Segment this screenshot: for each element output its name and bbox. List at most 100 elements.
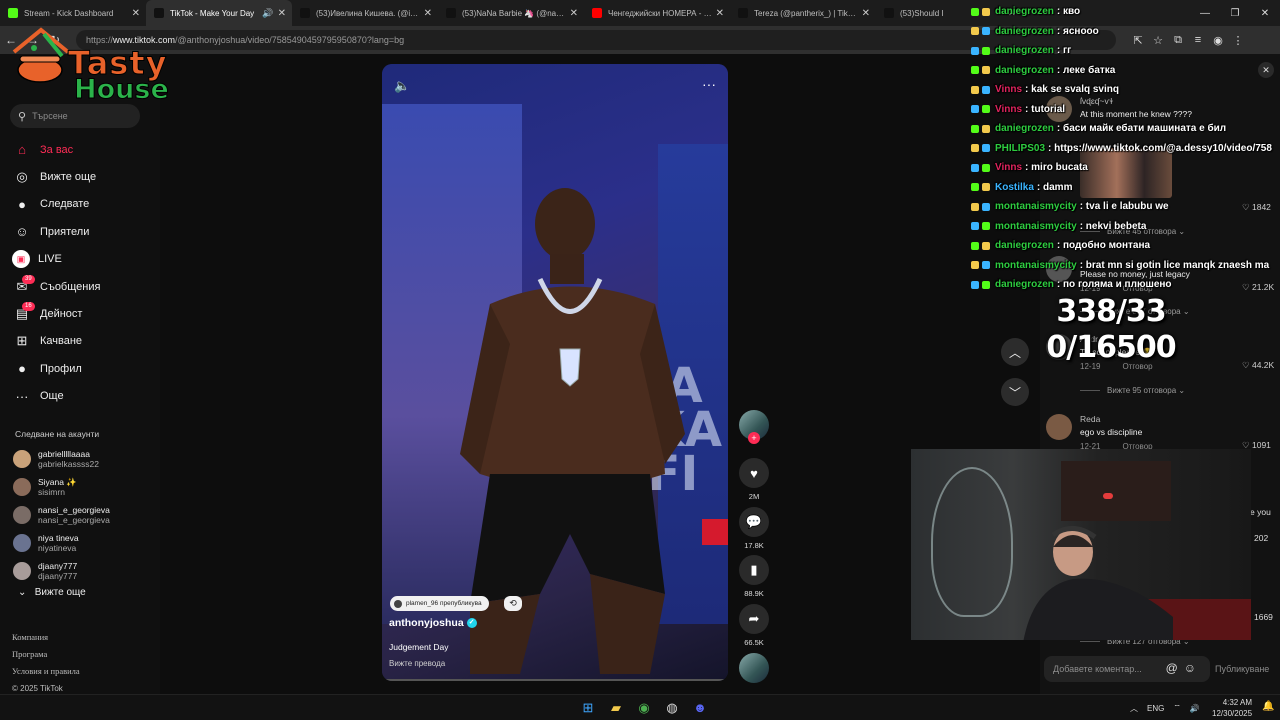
tab-close-icon[interactable]: ✕	[424, 8, 432, 19]
home-icon: ⌂	[18, 142, 26, 158]
sidebar-item[interactable]: ⌂ За вас	[12, 136, 152, 163]
footer-link[interactable]: Компания	[12, 629, 80, 646]
wifi-icon[interactable]: ⌔	[1173, 703, 1181, 713]
account-names: gabrielllllaaaa gabrielkassss22	[38, 449, 99, 469]
tab-favicon-icon	[300, 8, 310, 18]
chat-badge-icon	[982, 183, 990, 192]
sidebar-item[interactable]: ● Следвате	[12, 191, 152, 218]
windows-taskbar: ⊞ ▰ ◉ ◍ ☻ ︿ ENG ⌔ 🔊 4:32 AM 12/30/2025 🔔	[0, 694, 1280, 720]
search-input[interactable]: ⚲ Търсене	[10, 104, 140, 128]
tab-title: Tereza (@pantherix_) | TikTok	[754, 8, 858, 18]
tab-title: Stream - Kick Dashboard	[24, 8, 114, 18]
compass-icon: ◎	[16, 169, 28, 185]
sidebar-item[interactable]: ● Профил	[12, 355, 152, 382]
like-button[interactable]: ♥ 2M	[737, 458, 771, 501]
share-button[interactable]: ➦ 66.5K	[737, 604, 771, 647]
language-indicator[interactable]: ENG	[1147, 704, 1164, 713]
tab-close-icon[interactable]: ✕	[278, 8, 286, 19]
sidebar-item-label: LIVE	[38, 253, 62, 266]
comment-like-button[interactable]: ♡ 44.2K	[1242, 360, 1274, 371]
following-account[interactable]: niya tineva niyatineva	[13, 529, 158, 557]
sidebar-item[interactable]: ☺ Приятели	[12, 218, 152, 245]
sidebar-item-label: За вас	[40, 143, 74, 156]
comment-input[interactable]: Добавете коментар... @☺	[1044, 656, 1210, 682]
tab-close-icon[interactable]: ✕	[862, 8, 870, 19]
video-player[interactable]: JA KA FI 🔈 ··· plamen_96 препубликува ⟲ an…	[382, 64, 728, 681]
sidebar-item[interactable]: ··· Още	[12, 383, 152, 410]
footer-link[interactable]: Условия и правила	[12, 663, 80, 680]
next-video-button[interactable]: ﹀	[1001, 378, 1029, 406]
see-more-button[interactable]: ⌄ Вижте още	[18, 587, 86, 598]
save-button[interactable]: ▮ 88.9K	[737, 555, 771, 598]
obs-icon[interactable]: ◍	[658, 698, 686, 718]
screen: Stream - Kick Dashboard ✕ TikTok - Make Yo…	[0, 0, 1280, 720]
see-translation-link[interactable]: Вижте превода	[389, 659, 445, 668]
following-account[interactable]: gabrielllllaaaa gabrielkassss22	[13, 445, 158, 473]
chat-message: daniegrozen: леке батка	[971, 61, 1280, 81]
tab-close-icon[interactable]: ✕	[716, 8, 724, 19]
file-explorer-icon[interactable]: ▰	[602, 698, 630, 718]
sidebar-item[interactable]: ⊞ Качване	[12, 328, 152, 355]
chat-badge-icon	[971, 241, 979, 250]
chat-username: Vinns	[995, 84, 1023, 96]
commenter-name[interactable]: Reda	[1080, 414, 1100, 424]
tab-close-icon[interactable]: ✕	[132, 8, 140, 19]
tray-overflow-icon[interactable]: ︿	[1130, 703, 1138, 714]
previous-video-button[interactable]: ︿	[1001, 338, 1029, 366]
chat-badge-icon	[971, 124, 979, 133]
post-comment-button[interactable]: Публикуване	[1215, 664, 1269, 674]
repost-badge[interactable]: plamen_96 препубликува	[390, 596, 489, 611]
video-author[interactable]: anthonyjoshua ✓	[389, 617, 477, 629]
sound-disc-button[interactable]	[737, 653, 771, 683]
share-count: 66.5K	[744, 638, 764, 647]
tab-close-icon[interactable]: ✕	[570, 8, 578, 19]
bookmark-icon: ▮	[739, 555, 769, 585]
following-account[interactable]: djaany777 djaany777	[13, 557, 158, 585]
discord-icon[interactable]: ☻	[686, 698, 714, 718]
author-avatar-button[interactable]: +	[737, 410, 771, 444]
volume-tray-icon[interactable]: 🔊	[1190, 704, 1200, 713]
account-display-name: djaany777	[38, 561, 78, 571]
chat-text: : miro bucata	[1025, 162, 1088, 174]
chat-badge-icon	[982, 202, 990, 211]
commenter-avatar[interactable]	[1046, 414, 1072, 440]
notification-bell-icon[interactable]: 🔔	[1262, 701, 1274, 712]
follow-plus-icon[interactable]: +	[748, 432, 760, 444]
browser-tab[interactable]: Tereza (@pantherix_) | TikTok ✕	[730, 0, 876, 26]
chat-badge-icon	[982, 7, 990, 16]
chat-badge-icon	[982, 124, 990, 133]
repost-avatar	[394, 599, 402, 608]
following-account[interactable]: nansi_e_georgieva nansi_e_georgieva	[13, 501, 158, 529]
repost-icon[interactable]: ⟲	[504, 596, 522, 611]
chrome-icon[interactable]: ◉	[630, 698, 658, 718]
video-progress-bar[interactable]	[382, 679, 728, 681]
chat-username: daniegrozen	[995, 279, 1054, 291]
shelf	[1061, 461, 1171, 521]
account-display-name: gabrielllllaaaa	[38, 449, 90, 459]
mention-emoji-icons[interactable]: @☺	[1166, 661, 1202, 675]
footer-link[interactable]: Програма	[12, 646, 80, 663]
chat-message: montanaismycity: nekvi bebeta	[971, 217, 1280, 237]
following-account[interactable]: Siyana ✨ sisimrn	[13, 473, 158, 501]
video-more-icon[interactable]: ···	[702, 76, 716, 92]
system-clock[interactable]: 4:32 AM 12/30/2025	[1212, 697, 1252, 719]
sidebar-item[interactable]: ▣ LIVE	[12, 246, 152, 273]
chat-message: Vinns: miro bucata	[971, 158, 1280, 178]
view-replies-button[interactable]: Вижте 95 отговора ⌄	[1080, 386, 1185, 395]
tab-favicon-icon	[592, 8, 602, 18]
browser-tab[interactable]: (53)NaNa Barbie 🦄 (@nanaba ✕	[438, 0, 584, 26]
sidebar-item[interactable]: ▤ Дейност 16	[12, 300, 152, 327]
sidebar-item[interactable]: ✉ Съобщения 39	[12, 273, 152, 300]
windows-start-icon[interactable]: ⊞	[574, 698, 602, 718]
chat-badge-icon	[971, 46, 979, 55]
chat-message: daniegrozen: по голяма и плюшено	[971, 275, 1280, 295]
volume-icon[interactable]: 🔈	[394, 78, 410, 94]
browser-tab[interactable]: Ченгеджийски НОМЕРА - YouT ✕	[584, 0, 730, 26]
sidebar-item[interactable]: ◎ Вижте още	[12, 163, 152, 190]
tab-audio-icon[interactable]: 🔊	[262, 8, 273, 19]
chat-badge-icon	[982, 261, 990, 270]
address-bar[interactable]: https://www.tiktok.com/@anthonyjoshua/vi…	[76, 30, 1116, 50]
browser-tab[interactable]: (53)Ивелина Кишева. (@iwkal ✕	[292, 0, 438, 26]
chat-text: : леке батка	[1056, 64, 1116, 76]
comment-button[interactable]: 💬 17.8K	[737, 507, 771, 550]
